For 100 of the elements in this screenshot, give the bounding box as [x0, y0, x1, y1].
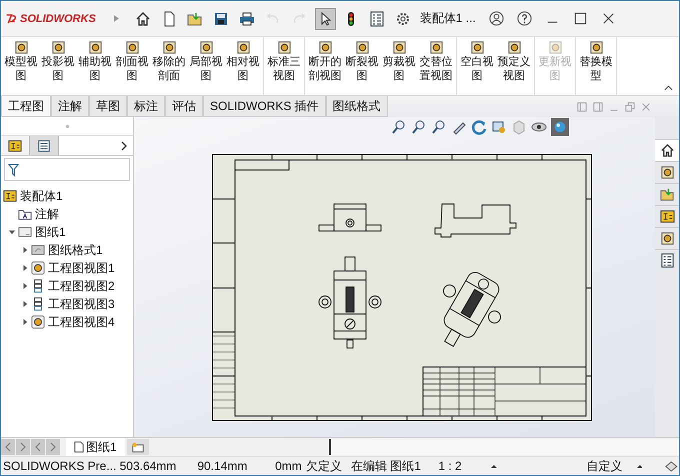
ribbon-button[interactable]: 投影视图	[40, 37, 76, 95]
ribbon-tab[interactable]: 标注	[127, 96, 165, 117]
close-icon[interactable]	[600, 11, 616, 26]
ribbon-button[interactable]: 替换模型	[578, 37, 614, 95]
tree-item[interactable]: 装配体1	[20, 188, 63, 204]
drawing-view-icon	[14, 40, 28, 55]
ribbon-tab[interactable]: 注解	[51, 96, 89, 117]
grip-icon[interactable]	[64, 124, 70, 128]
sheet-tab[interactable]: 图纸1	[66, 438, 125, 456]
save-icon	[213, 10, 230, 26]
units-value[interactable]: 自定义	[586, 458, 623, 474]
tree-item[interactable]: 工程图视图2	[48, 278, 115, 294]
ribbon-tab[interactable]: 评估	[165, 96, 203, 117]
format-icon	[31, 243, 45, 257]
rotate-tool-icon[interactable]	[470, 119, 486, 135]
chevron-right-icon[interactable]	[121, 140, 127, 150]
drawing-view-icon	[50, 40, 66, 55]
drawing-view-icon	[124, 40, 140, 55]
expander-icon[interactable]	[22, 283, 28, 289]
tree-item[interactable]: 工程图视图4	[48, 314, 115, 330]
collapse-ribbon-icon[interactable]	[664, 85, 673, 91]
projected-icon	[31, 279, 45, 293]
ribbon-button[interactable]: 辅助视图	[77, 37, 113, 95]
coordinate-value: 503.64mm	[120, 459, 178, 473]
zoom-tool-icon[interactable]	[390, 119, 406, 135]
ribbon-button[interactable]: 空白视图	[459, 37, 495, 95]
add-sheet-button[interactable]	[126, 439, 149, 455]
sheet-icon	[74, 441, 84, 453]
coordinate-value: 0mm	[275, 459, 303, 473]
caret-up-icon[interactable]	[490, 464, 497, 468]
sheet-icon	[18, 225, 32, 239]
ribbon-tab[interactable]: 草图	[89, 96, 127, 117]
select-button[interactable]	[314, 8, 336, 30]
tree-tab[interactable]	[1, 136, 30, 155]
expander-icon[interactable]	[22, 247, 28, 253]
document-title: 装配体1 ...	[420, 10, 476, 27]
drawing-view-icon	[236, 40, 250, 55]
view-icon	[660, 231, 674, 246]
properties-tab[interactable]	[30, 136, 59, 155]
open-icon	[660, 187, 674, 202]
drawing-view-icon	[470, 40, 484, 55]
horizontal-scrollbar[interactable]	[328, 439, 679, 455]
ribbon-button[interactable]: 局部视图	[188, 37, 224, 95]
ribbon-tab[interactable]: 工程图	[1, 96, 51, 117]
drawing-view-icon	[588, 40, 604, 55]
model-icon	[31, 315, 45, 329]
drawing-view-icon	[162, 40, 176, 55]
help-icon[interactable]	[516, 11, 532, 26]
tree-item[interactable]: 图纸格式1	[48, 242, 103, 258]
ds-logo-icon	[5, 12, 18, 24]
user-icon[interactable]	[488, 11, 504, 26]
tile-right-icon[interactable]	[593, 102, 603, 112]
ribbon-button[interactable]: 断开的剖视图	[307, 37, 343, 95]
drawing-view-icon	[198, 40, 214, 55]
expander-icon[interactable]	[22, 319, 28, 325]
product-name: SOLIDWORKS Pre...	[2, 459, 118, 473]
tree-item[interactable]: 工程图视图1	[48, 260, 115, 276]
open-icon	[187, 10, 204, 26]
ribbon-button[interactable]: 相对视图	[225, 37, 261, 95]
tree-item[interactable]: 图纸1	[35, 224, 66, 240]
tree-icon	[660, 209, 674, 224]
ribbon-button[interactable]: 标准三视图	[266, 37, 302, 95]
expand-arrow-icon[interactable]	[114, 15, 119, 22]
drawing-view-icon	[428, 40, 444, 55]
editing-status: 在编辑 图纸1	[350, 458, 422, 474]
zoom-tool-icon[interactable]	[410, 119, 426, 135]
sphere-tool-icon[interactable]	[550, 118, 568, 136]
projected-icon	[31, 297, 45, 311]
scale-value[interactable]: 1 : 2	[438, 459, 491, 473]
ribbon-button[interactable]: 剖面视图	[114, 37, 150, 95]
taskpane-home-button[interactable]	[655, 139, 679, 161]
tile-left-icon[interactable]	[577, 102, 587, 112]
tree-item[interactable]: 工程图视图3	[48, 296, 115, 312]
maximize-icon[interactable]	[572, 11, 588, 26]
expander-icon[interactable]	[22, 265, 28, 271]
tree-item[interactable]: 注解	[35, 206, 59, 222]
tree-icon	[8, 138, 22, 152]
expander-icon[interactable]	[9, 229, 15, 235]
assembly-icon	[3, 189, 17, 203]
ribbon-button[interactable]: 预定义视图	[496, 37, 532, 95]
zoom-tool-icon[interactable]	[430, 119, 446, 135]
caret-up-icon[interactable]	[636, 464, 642, 468]
drawing-view-icon	[548, 40, 562, 55]
ribbon-tab[interactable]: 图纸格式	[326, 96, 388, 117]
ribbon-button[interactable]: 剪裁视图	[381, 37, 417, 95]
ribbon-button[interactable]: 断裂视图	[344, 37, 380, 95]
expander-icon[interactable]	[22, 301, 28, 307]
filter-field[interactable]	[4, 158, 130, 181]
ribbon-tab[interactable]: SOLIDWORKS 插件	[203, 96, 326, 117]
drawing-view-icon	[506, 40, 522, 55]
ribbon-button[interactable]: 移除的剖面	[151, 37, 187, 95]
view-icon	[660, 165, 674, 180]
view-tool-icon[interactable]	[490, 119, 506, 135]
ribbon-button[interactable]: 交替位置视图	[418, 37, 454, 95]
home-icon	[135, 10, 152, 26]
drawing-view-icon	[276, 40, 292, 55]
ribbon-button[interactable]: 模型视图	[3, 37, 39, 95]
filter-icon	[8, 162, 19, 176]
annotation-icon	[18, 207, 32, 221]
drawing-view-icon	[354, 40, 370, 55]
